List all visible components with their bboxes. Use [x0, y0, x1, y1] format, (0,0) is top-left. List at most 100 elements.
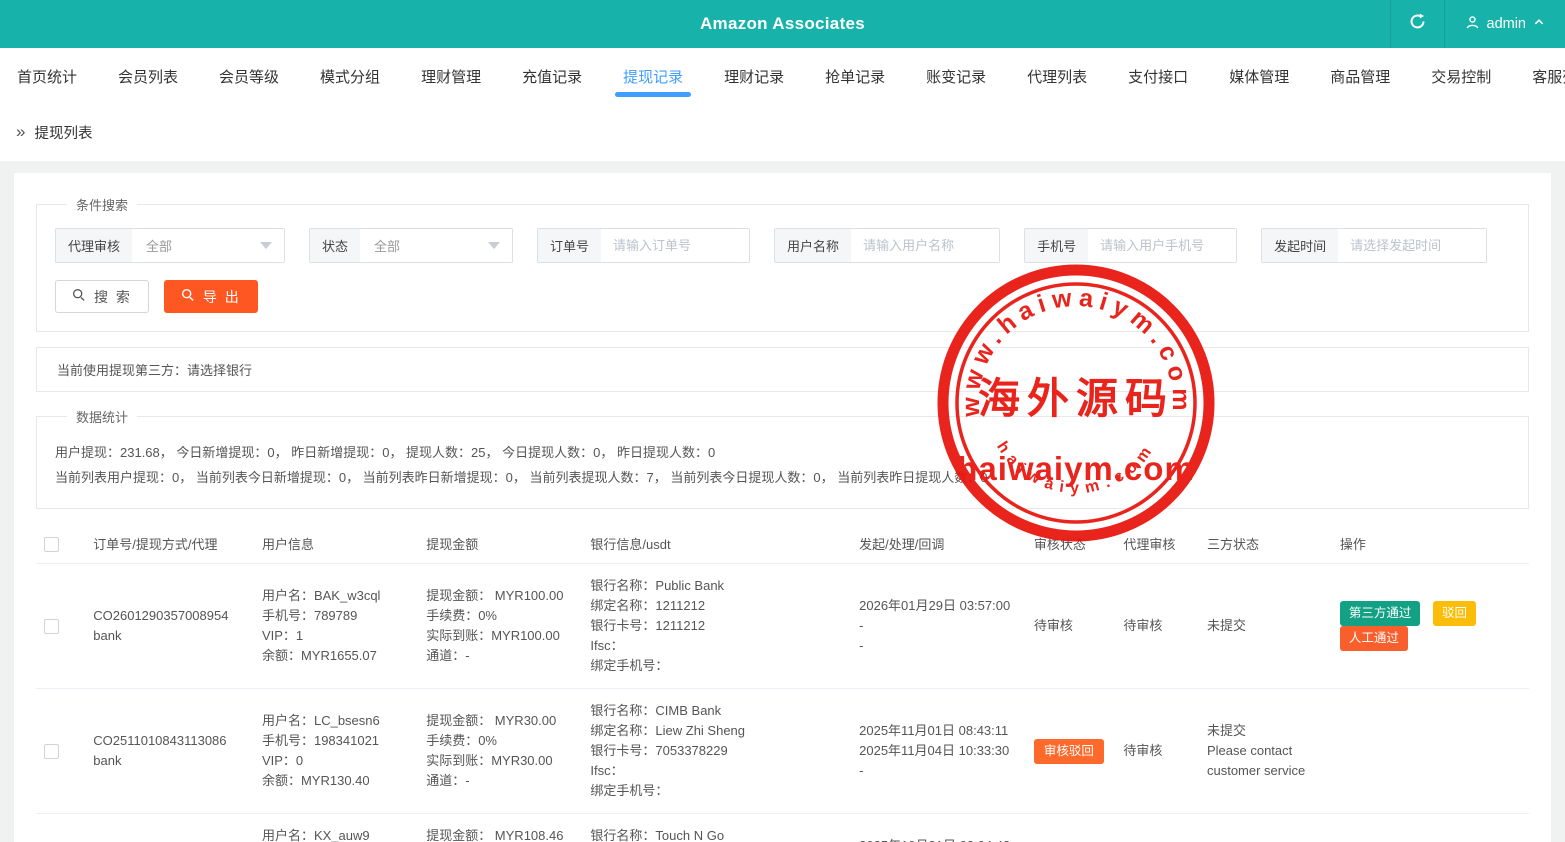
nav-tab-trade-control[interactable]: 交易控制	[1429, 51, 1493, 102]
table-header-row: 订单号/提现方式/代理 用户信息 提现金额 银行信息/usdt 发起/处理/回调…	[36, 524, 1529, 564]
col-header-order: 订单号/提现方式/代理	[85, 524, 254, 563]
chevron-down-icon	[260, 242, 272, 249]
nav-tab-home-stats[interactable]: 首页统计	[15, 51, 79, 102]
page-title: 提现列表	[34, 122, 92, 143]
status-filter: 状态 全部	[309, 228, 513, 263]
user-icon	[1465, 15, 1480, 34]
stats-legend: 数据统计	[67, 407, 137, 426]
amount-cell: 提现金额： MYR100.00手续费：0% 实际到账：MYR100.00通道：-	[418, 574, 582, 678]
content-panel: 条件搜索 代理审核 全部 状态 全部 订单号 用户名称	[14, 173, 1551, 842]
username-filter: 用户名称	[774, 228, 1000, 263]
refresh-button[interactable]	[1390, 0, 1444, 48]
search-button[interactable]: 搜 索	[55, 280, 149, 313]
user-info-cell: 用户名：KX_auw9手机号：183666385 VIP：0余额：MYR108.…	[254, 814, 418, 842]
user-info-cell: 用户名：BAK_w3cql手机号：789789 VIP：1余额：MYR1655.…	[254, 574, 418, 678]
col-header-amount: 提现金额	[418, 524, 582, 563]
amount-cell: 提现金额： MYR30.00手续费：0% 实际到账：MYR30.00通道：-	[418, 699, 582, 803]
search-icon	[181, 288, 195, 305]
stats-line-2: 当前列表用户提现：0， 当前列表今日新增提现：0， 当前列表昨日新增提现：0， …	[55, 465, 1510, 490]
breadcrumb: » 提现列表	[0, 104, 1565, 161]
col-header-action: 操作	[1332, 524, 1529, 563]
agent-audit-label: 代理审核	[56, 229, 132, 262]
username-label: admin	[1487, 16, 1527, 32]
nav-tab-media-manage[interactable]: 媒体管理	[1227, 51, 1291, 102]
breadcrumb-arrows-icon: »	[16, 123, 25, 142]
select-all-checkbox[interactable]	[44, 537, 59, 552]
start-time-label: 发起时间	[1262, 229, 1338, 262]
username-label: 用户名称	[775, 229, 851, 262]
withdraw-table: 订单号/提现方式/代理 用户信息 提现金额 银行信息/usdt 发起/处理/回调…	[36, 524, 1529, 842]
bank-info-cell: 银行名称：Touch N Go绑定名称：lim tze kian 银行卡号：18…	[582, 814, 851, 842]
table-row: CO2510310304426411 bank 用户名：KX_auw9手机号：1…	[36, 814, 1529, 842]
start-time-input[interactable]	[1338, 229, 1486, 262]
nav-tab-account-change-records[interactable]: 账变记录	[924, 51, 988, 102]
agent-audit-cell: 待审核	[1115, 729, 1199, 773]
nav-tab-product-manage[interactable]: 商品管理	[1328, 51, 1392, 102]
col-header-third: 三方状态	[1199, 524, 1332, 563]
phone-label: 手机号	[1025, 229, 1088, 262]
col-header-time: 发起/处理/回调	[851, 524, 1026, 563]
time-cell: 2026年01月29日 03:57:00- -	[851, 584, 1026, 668]
order-cell: CO2511010843113086 bank	[85, 719, 254, 783]
nav-tab-member-list[interactable]: 会员列表	[116, 51, 180, 102]
nav-tab-finance-records[interactable]: 理财记录	[722, 51, 786, 102]
third-status-cell: 未提交	[1199, 604, 1332, 648]
third-party-notice: 当前使用提现第三方：请选择银行	[36, 347, 1529, 392]
nav-tab-agent-list[interactable]: 代理列表	[1025, 51, 1089, 102]
row-checkbox[interactable]	[44, 619, 59, 634]
time-cell: 2025年10月31日 03:04:422025年10月31日 04:06:41…	[851, 824, 1026, 842]
audit-rejected-badge: 审核驳回	[1034, 739, 1104, 764]
chevron-up-icon	[1533, 16, 1545, 32]
manual-pass-button[interactable]: 人工通过	[1340, 626, 1408, 651]
stats-fieldset: 数据统计 用户提现：231.68， 今日新增提现：0， 昨日新增提现：0， 提现…	[36, 407, 1529, 509]
search-icon	[72, 288, 86, 305]
phone-filter: 手机号	[1024, 228, 1237, 263]
audit-status-cell: 待审核	[1026, 604, 1116, 648]
nav-tab-recharge-records[interactable]: 充值记录	[520, 51, 584, 102]
app-title: Amazon Associates	[0, 14, 1565, 34]
username-input[interactable]	[851, 229, 999, 262]
app-header: Amazon Associates admin	[0, 0, 1565, 48]
bank-info-cell: 银行名称：CIMB Bank绑定名称：Liew Zhi Sheng 银行卡号：7…	[582, 689, 851, 813]
order-no-filter: 订单号	[537, 228, 750, 263]
third-party-pass-button[interactable]: 第三方通过	[1340, 601, 1421, 626]
user-menu[interactable]: admin	[1444, 0, 1565, 48]
third-status-cell: 未提交 Contact CS	[1199, 834, 1332, 842]
nav-tab-order-grab-records[interactable]: 抢单记录	[823, 51, 887, 102]
amount-cell: 提现金额： MYR108.46手续费：0% 实际到账：MYR108.46通道：	[418, 814, 582, 842]
phone-input[interactable]	[1088, 229, 1236, 262]
nav-tab-member-level[interactable]: 会员等级	[217, 51, 281, 102]
nav-tab-finance-manage[interactable]: 理财管理	[419, 51, 483, 102]
search-legend: 条件搜索	[67, 195, 137, 214]
main-nav: 首页统计 会员列表 会员等级 模式分组 理财管理 充值记录 提现记录 理财记录 …	[0, 48, 1565, 104]
order-cell: CO2601290357008954 bank	[85, 594, 254, 658]
export-button[interactable]: 导 出	[164, 280, 258, 313]
status-label: 状态	[310, 229, 360, 262]
agent-audit-cell: 待审核	[1115, 604, 1199, 648]
user-info-cell: 用户名：LC_bsesn6手机号：198341021 VIP：0余额：MYR13…	[254, 699, 418, 803]
order-no-input[interactable]	[601, 229, 749, 262]
agent-audit-filter: 代理审核 全部	[55, 228, 285, 263]
status-select[interactable]: 全部	[360, 229, 512, 262]
col-header-audit: 审核状态	[1026, 524, 1116, 563]
action-cell: 第三方通过 驳回 人工通过	[1332, 589, 1529, 663]
search-fieldset: 条件搜索 代理审核 全部 状态 全部 订单号 用户名称	[36, 195, 1529, 332]
table-row: CO2601290357008954 bank 用户名：BAK_w3cql手机号…	[36, 564, 1529, 689]
reject-button[interactable]: 驳回	[1433, 601, 1476, 626]
table-row: CO2511010843113086 bank 用户名：LC_bsesn6手机号…	[36, 689, 1529, 814]
order-cell: CO2510310304426411 bank	[85, 834, 254, 842]
nav-tab-withdraw-records[interactable]: 提现记录	[621, 51, 685, 102]
col-header-user: 用户信息	[254, 524, 418, 563]
chevron-down-icon	[488, 242, 500, 249]
col-header-agent: 代理审核	[1115, 524, 1199, 563]
nav-tab-mode-group[interactable]: 模式分组	[318, 51, 382, 102]
refresh-icon	[1409, 13, 1426, 35]
start-time-filter: 发起时间	[1261, 228, 1487, 263]
row-checkbox[interactable]	[44, 744, 59, 759]
action-cell	[1332, 739, 1529, 763]
agent-audit-select[interactable]: 全部	[132, 229, 284, 262]
col-header-bank: 银行信息/usdt	[582, 524, 851, 563]
nav-tab-payment-api[interactable]: 支付接口	[1126, 51, 1190, 102]
nav-tab-cs-list[interactable]: 客服列表	[1530, 51, 1565, 102]
order-no-label: 订单号	[538, 229, 601, 262]
